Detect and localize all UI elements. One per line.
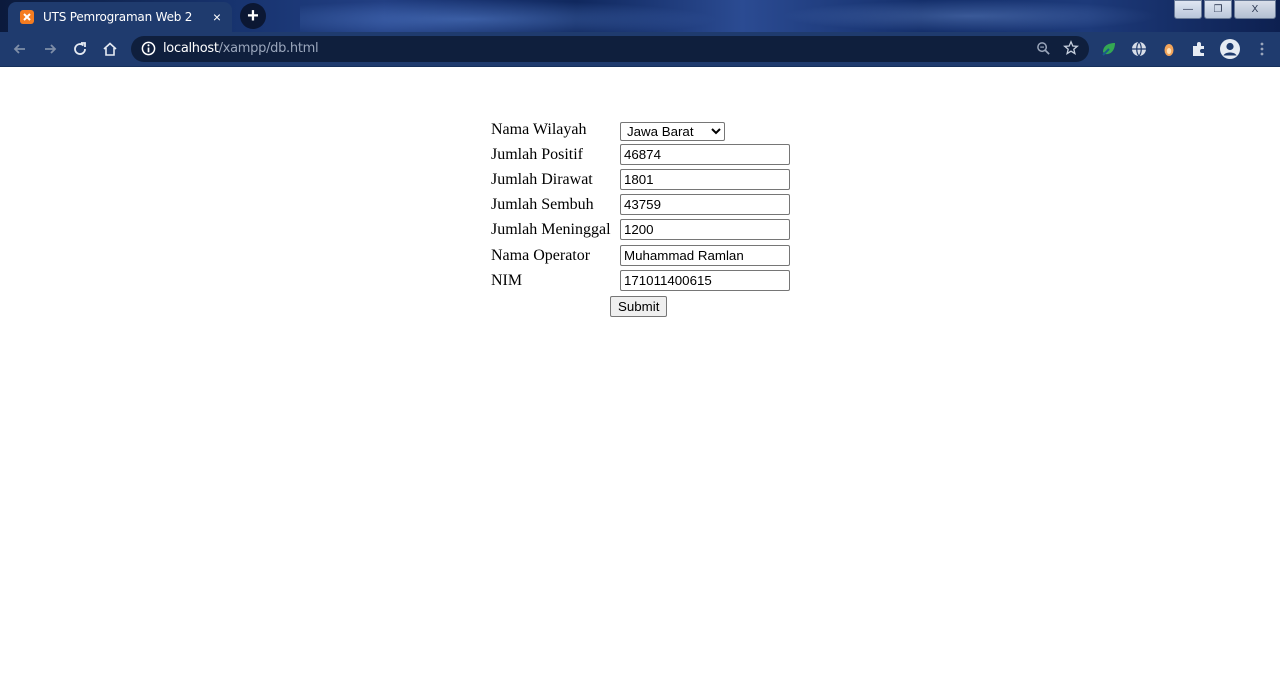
- info-icon[interactable]: [141, 41, 156, 61]
- jumlah-dirawat-input[interactable]: [620, 169, 790, 190]
- titlebar-background: [300, 0, 720, 32]
- form-row-jumlah-dirawat: Jumlah Dirawat: [489, 169, 799, 193]
- home-icon[interactable]: [98, 37, 122, 61]
- jumlah-meninggal-input[interactable]: [620, 219, 790, 240]
- browser-titlebar: UTS Pemrograman Web 2 × + — ❐ X: [0, 0, 1280, 32]
- form-row-nama-operator: Nama Operator: [489, 245, 799, 269]
- extension-drop-icon[interactable]: [1159, 39, 1179, 59]
- window-close-button[interactable]: X: [1234, 0, 1276, 19]
- extension-leaf-icon[interactable]: [1099, 39, 1119, 59]
- nama-operator-label: Nama Operator: [491, 247, 591, 264]
- forward-icon[interactable]: [38, 37, 62, 61]
- url-host: localhost: [163, 41, 219, 56]
- address-bar[interactable]: localhost/xampp/db.html: [131, 36, 1089, 62]
- form-row-jumlah-meninggal: Jumlah Meninggal: [489, 219, 799, 243]
- profile-icon[interactable]: [1218, 37, 1242, 61]
- nama-operator-input[interactable]: [620, 245, 790, 266]
- jumlah-sembuh-label: Jumlah Sembuh: [491, 196, 594, 213]
- jumlah-dirawat-label: Jumlah Dirawat: [491, 171, 593, 188]
- menu-icon[interactable]: [1252, 39, 1272, 59]
- url-text: localhost/xampp/db.html: [163, 41, 319, 56]
- jumlah-positif-input[interactable]: [620, 144, 790, 165]
- jumlah-positif-label: Jumlah Positif: [491, 146, 584, 163]
- reload-icon[interactable]: [68, 37, 92, 61]
- tab-title: UTS Pemrograman Web 2: [43, 10, 193, 24]
- star-icon[interactable]: [1063, 40, 1079, 61]
- tab-close-icon[interactable]: ×: [208, 9, 226, 25]
- window-controls: — ❐ X: [1172, 0, 1276, 19]
- new-tab-button[interactable]: +: [240, 3, 266, 29]
- submit-button[interactable]: Submit: [610, 296, 668, 317]
- form-row-jumlah-positif: Jumlah Positif: [489, 144, 799, 168]
- globe-icon[interactable]: [1129, 39, 1149, 59]
- form-row-jumlah-sembuh: Jumlah Sembuh: [489, 194, 799, 218]
- nama-wilayah-label: Nama Wilayah: [491, 121, 587, 138]
- nim-label: NIM: [491, 272, 523, 289]
- form-row-nim: NIM: [489, 270, 799, 294]
- browser-toolbar: localhost/xampp/db.html: [0, 32, 1280, 67]
- jumlah-meninggal-label: Jumlah Meninggal: [491, 221, 611, 238]
- minimize-button[interactable]: —: [1174, 0, 1202, 19]
- jumlah-sembuh-input[interactable]: [620, 194, 790, 215]
- url-path: /xampp/db.html: [218, 41, 319, 56]
- back-icon[interactable]: [8, 37, 32, 61]
- xampp-favicon-icon: [20, 10, 34, 24]
- nim-input[interactable]: [620, 270, 790, 291]
- zoom-icon[interactable]: [1036, 41, 1051, 61]
- titlebar-background-glow: [780, 0, 1160, 32]
- form-row-nama-wilayah: Nama Wilayah Jawa Barat: [489, 119, 799, 143]
- maximize-button[interactable]: ❐: [1204, 0, 1232, 19]
- browser-tab[interactable]: UTS Pemrograman Web 2 ×: [8, 2, 232, 32]
- puzzle-icon[interactable]: [1189, 39, 1209, 59]
- nama-wilayah-select[interactable]: Jawa Barat: [620, 122, 725, 141]
